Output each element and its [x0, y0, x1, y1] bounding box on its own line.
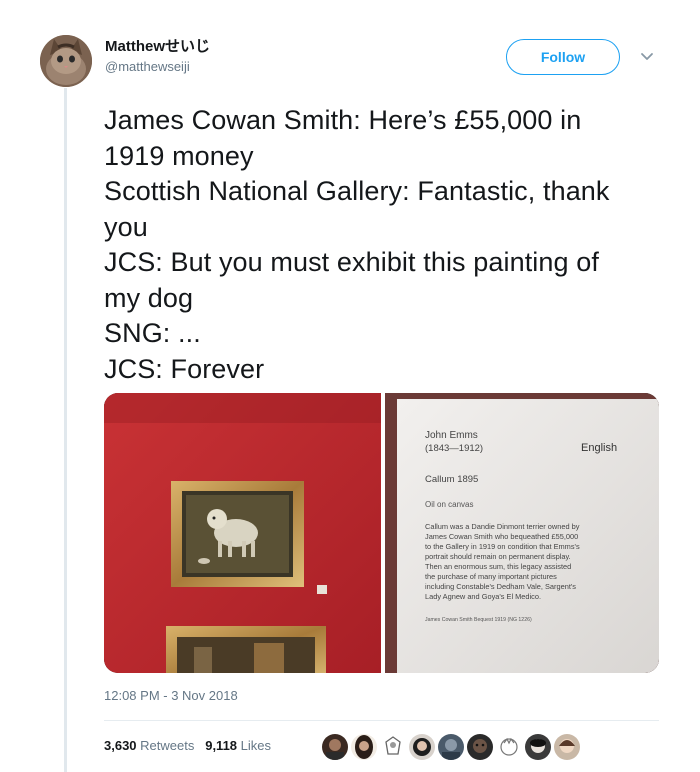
plaque-desc-line: James Cowan Smith who bequeathed £55,000 [425, 532, 578, 541]
likes-label: Likes [240, 738, 272, 753]
thread-line [64, 88, 67, 772]
liker-avatar[interactable] [438, 734, 464, 760]
tweet-stats: 3,630 Retweets 9,118 Likes [104, 738, 271, 753]
follow-button[interactable]: Follow [506, 39, 620, 75]
liker-avatar[interactable] [351, 734, 377, 760]
author-names[interactable]: Matthewせいじ @matthewseiji [105, 37, 210, 76]
retweets-count: 3,630 [104, 738, 137, 753]
tweet-text: James Cowan Smith: Here’s £55,000 in 191… [104, 103, 674, 387]
plaque-desc-line: Callum was a Dandie Dinmont terrier owne… [425, 522, 580, 531]
liker-avatar[interactable] [496, 734, 522, 760]
plaque-dates: (1843—1912) [425, 443, 483, 454]
plaque-desc-line: to the Gallery in 1919 on condition that… [425, 542, 580, 551]
plaque-title: Callum 1895 [425, 474, 478, 485]
liker-avatar[interactable] [554, 734, 580, 760]
liker-avatar[interactable] [467, 734, 493, 760]
likes-stat[interactable]: 9,118 Likes [205, 738, 271, 753]
plaque-desc-line: including Constable's Dedham Vale, Sarge… [425, 582, 576, 591]
liker-avatar[interactable] [322, 734, 348, 760]
plaque-credit: James Cowan Smith Bequest 1919 (NG 1226) [425, 617, 532, 623]
avatar[interactable] [40, 35, 92, 87]
plaque-medium: Oil on canvas [425, 500, 473, 509]
tweet-line: Scottish National Gallery: Fantastic, th… [104, 176, 610, 206]
plaque-desc-line: the purchase of many important pictures [425, 572, 557, 581]
liker-avatar[interactable] [409, 734, 435, 760]
tweet-line: JCS: But you must exhibit this painting … [104, 247, 599, 277]
timestamp[interactable]: 12:08 PM - 3 Nov 2018 [104, 688, 238, 703]
chevron-down-icon[interactable] [640, 52, 654, 62]
media-svg: John Emms (1843—1912) English Callum 189… [104, 393, 659, 673]
cat-avatar-icon [40, 35, 92, 87]
divider [104, 720, 659, 721]
retweets-label: Retweets [140, 738, 195, 753]
tweet-line: you [104, 211, 148, 242]
plaque-desc-line: Lady Agnew and Goya's El Medico. [425, 592, 541, 601]
tweet-line: 1919 money [104, 140, 254, 171]
tweet-line: JCS: Forever [104, 353, 265, 384]
liker-avatars [322, 734, 580, 760]
plaque-photo: John Emms (1843—1912) English Callum 189… [385, 393, 659, 673]
painting-photo [104, 393, 381, 673]
liker-avatar[interactable] [525, 734, 551, 760]
tweet-line: SNG: ... [104, 318, 201, 348]
likes-count: 9,118 [205, 738, 238, 753]
tweet-line: James Cowan Smith: Here’s £55,000 in [104, 105, 582, 135]
media-photos[interactable]: John Emms (1843—1912) English Callum 189… [104, 393, 659, 673]
plaque-desc-line: Then an enormous sum, this legacy assist… [425, 562, 571, 571]
plaque-desc-line: portrait should remain on permanent disp… [425, 552, 571, 561]
plaque-artist: John Emms [425, 430, 478, 441]
display-name[interactable]: Matthewせいじ [105, 37, 210, 57]
plaque-language: English [581, 442, 617, 454]
retweets-stat[interactable]: 3,630 Retweets [104, 738, 194, 753]
handle[interactable]: @matthewseiji [105, 58, 210, 76]
liker-avatar[interactable] [380, 734, 406, 760]
tweet-line: my dog [104, 282, 194, 313]
